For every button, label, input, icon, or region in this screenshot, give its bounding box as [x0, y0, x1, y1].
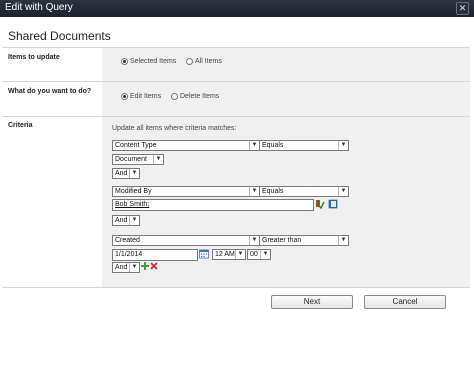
select-value: Created	[115, 237, 140, 244]
chevron-down-icon: ▼	[260, 250, 270, 259]
minute-select[interactable]: 00 ▼	[247, 249, 271, 260]
close-icon[interactable]: ✕	[456, 2, 469, 15]
chevron-down-icon: ▼	[338, 236, 348, 245]
criteria-field-select-1[interactable]: Content Type ▼	[112, 140, 260, 151]
select-value: And	[115, 217, 128, 224]
criteria-joiner-select-2[interactable]: And ▼	[112, 215, 140, 226]
select-value: Document	[115, 156, 147, 163]
select-value: 12 AM	[215, 251, 235, 258]
chevron-down-icon: ▼	[338, 141, 348, 150]
radio-delete-items[interactable]: Delete Items	[171, 93, 219, 100]
radio-button-all[interactable]	[186, 58, 193, 65]
select-value: Modified By	[115, 188, 152, 195]
select-value: 00	[250, 251, 258, 258]
criteria-label: Criteria	[8, 122, 33, 129]
select-value: Equals	[262, 188, 284, 195]
add-icon[interactable]	[141, 262, 149, 270]
cancel-button[interactable]: Cancel	[364, 295, 446, 309]
criteria-intro: Update all items where criteria matches:	[112, 125, 237, 132]
criteria-joiner-select-1[interactable]: And ▼	[112, 168, 140, 179]
select-value: Content Type	[115, 142, 157, 149]
address-book-icon[interactable]	[328, 199, 338, 209]
radio-button-delete[interactable]	[171, 93, 178, 100]
dialog-titlebar: Edit with Query ✕	[0, 0, 474, 17]
radio-button-selected[interactable]	[121, 58, 128, 65]
radio-label-all-items: All Items	[195, 58, 222, 65]
hour-select[interactable]: 12 AM ▼	[212, 249, 246, 260]
remove-icon[interactable]	[150, 262, 158, 270]
chevron-down-icon: ▼	[249, 187, 259, 196]
radio-all-items[interactable]: All Items	[186, 58, 222, 65]
check-names-icon[interactable]	[315, 199, 325, 209]
select-value: Equals	[262, 142, 284, 149]
radio-edit-items[interactable]: Edit Items	[121, 93, 161, 100]
select-value: And	[115, 264, 128, 271]
chevron-down-icon: ▼	[153, 155, 163, 164]
date-input[interactable]: 1/1/2014	[112, 249, 198, 261]
criteria-operator-select-3[interactable]: Greater than ▼	[259, 235, 349, 246]
page-title: Shared Documents	[8, 29, 111, 43]
select-value: Greater than	[262, 237, 302, 244]
items-to-update-label: Items to update	[8, 54, 60, 61]
select-value: And	[115, 170, 128, 177]
criteria-operator-select-1[interactable]: Equals ▼	[259, 140, 349, 151]
chevron-down-icon: ▼	[129, 216, 139, 225]
resolved-user-name: Bob Smith;	[115, 201, 150, 208]
chevron-down-icon: ▼	[235, 250, 245, 259]
chevron-down-icon: ▼	[249, 236, 259, 245]
criteria-operator-select-2[interactable]: Equals ▼	[259, 186, 349, 197]
action-label: What do you want to do?	[8, 88, 92, 95]
radio-label-selected-items: Selected Items	[130, 58, 177, 65]
radio-button-edit[interactable]	[121, 93, 128, 100]
date-value: 1/1/2014	[115, 251, 143, 258]
criteria-value-select-1[interactable]: Document ▼	[112, 154, 164, 165]
next-button[interactable]: Next	[271, 295, 353, 309]
chevron-down-icon: ▼	[129, 263, 139, 272]
dialog-title: Edit with Query	[5, 2, 73, 13]
chevron-down-icon: ▼	[129, 169, 139, 178]
criteria-field-select-2[interactable]: Modified By ▼	[112, 186, 260, 197]
calendar-icon[interactable]	[199, 249, 209, 259]
radio-label-delete-items: Delete Items	[180, 93, 220, 100]
chevron-down-icon: ▼	[338, 187, 348, 196]
radio-selected-items[interactable]: Selected Items	[121, 58, 176, 65]
people-picker-input[interactable]: Bob Smith;	[112, 199, 314, 211]
divider	[2, 287, 470, 288]
criteria-field-select-3[interactable]: Created ▼	[112, 235, 260, 246]
chevron-down-icon: ▼	[249, 141, 259, 150]
criteria-joiner-select-3[interactable]: And ▼	[112, 262, 140, 273]
radio-label-edit-items: Edit Items	[130, 93, 162, 100]
